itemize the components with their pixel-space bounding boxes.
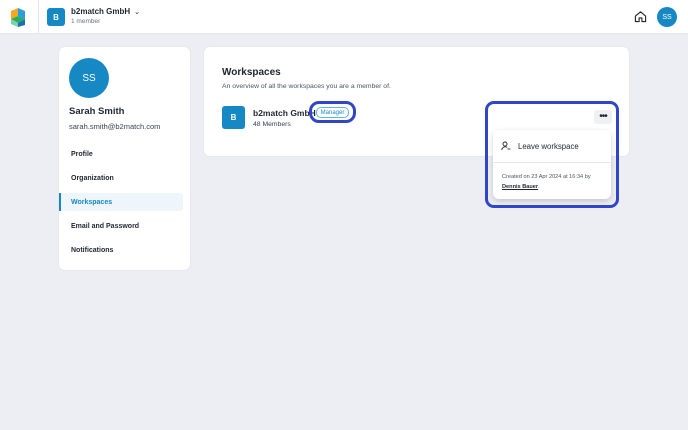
org-switcher[interactable]: b2match GmbH ⌄: [71, 7, 140, 16]
nav-item-workspaces[interactable]: Workspaces: [59, 193, 183, 211]
user-remove-icon: [501, 141, 511, 151]
org-member-count: 1 member: [71, 18, 101, 25]
profile-email: sarah.smith@b2match.com: [69, 122, 161, 131]
org-badge[interactable]: B: [47, 8, 65, 26]
ellipsis-icon: •••: [599, 111, 607, 122]
topbar-divider: [38, 0, 39, 34]
workspace-options-menu: Leave workspace Created on 23 Apr 2024 a…: [493, 130, 611, 199]
workspace-badge: B: [222, 106, 245, 129]
menu-divider: [493, 162, 611, 163]
app-logo-icon[interactable]: [9, 6, 29, 28]
profile-name: Sarah Smith: [69, 106, 125, 117]
nav-item-notifications[interactable]: Notifications: [59, 241, 183, 259]
role-highlight-outline: Manager: [309, 101, 356, 123]
page-title: Workspaces: [222, 67, 281, 78]
org-name: b2match GmbH: [71, 7, 131, 16]
leave-workspace-menu-item[interactable]: Leave workspace: [501, 138, 603, 154]
chevron-down-icon: ⌄: [134, 8, 140, 16]
top-bar: B b2match GmbH ⌄ 1 member SS: [0, 0, 688, 34]
home-icon[interactable]: [634, 10, 647, 23]
created-info-suffix: .: [538, 183, 540, 190]
role-badge: Manager: [316, 107, 349, 118]
created-info: Created on 23 Apr 2024 at 16:34 by Denni…: [502, 173, 591, 192]
leave-workspace-label: Leave workspace: [518, 141, 579, 151]
more-options-button[interactable]: •••: [594, 110, 612, 124]
created-info-text: Created on 23 Apr 2024 at 16:34 by: [502, 174, 591, 180]
creator-link[interactable]: Dennis Bauer: [502, 184, 538, 190]
profile-card: SS Sarah Smith sarah.smith@b2match.com P…: [58, 46, 191, 271]
user-avatar[interactable]: SS: [657, 7, 677, 27]
nav-item-email-and-password[interactable]: Email and Password: [59, 217, 183, 235]
nav-item-profile[interactable]: Profile: [59, 145, 183, 163]
workspace-name[interactable]: b2match GmbH: [253, 108, 316, 118]
profile-avatar: SS: [69, 58, 109, 98]
nav-item-organization[interactable]: Organization: [59, 169, 183, 187]
menu-highlight-outline: ••• Leave workspace Created on 23 Apr 20…: [485, 101, 619, 208]
workspace-member-count: 48 Members: [253, 121, 291, 128]
page-subtitle: An overview of all the workspaces you ar…: [222, 83, 391, 90]
